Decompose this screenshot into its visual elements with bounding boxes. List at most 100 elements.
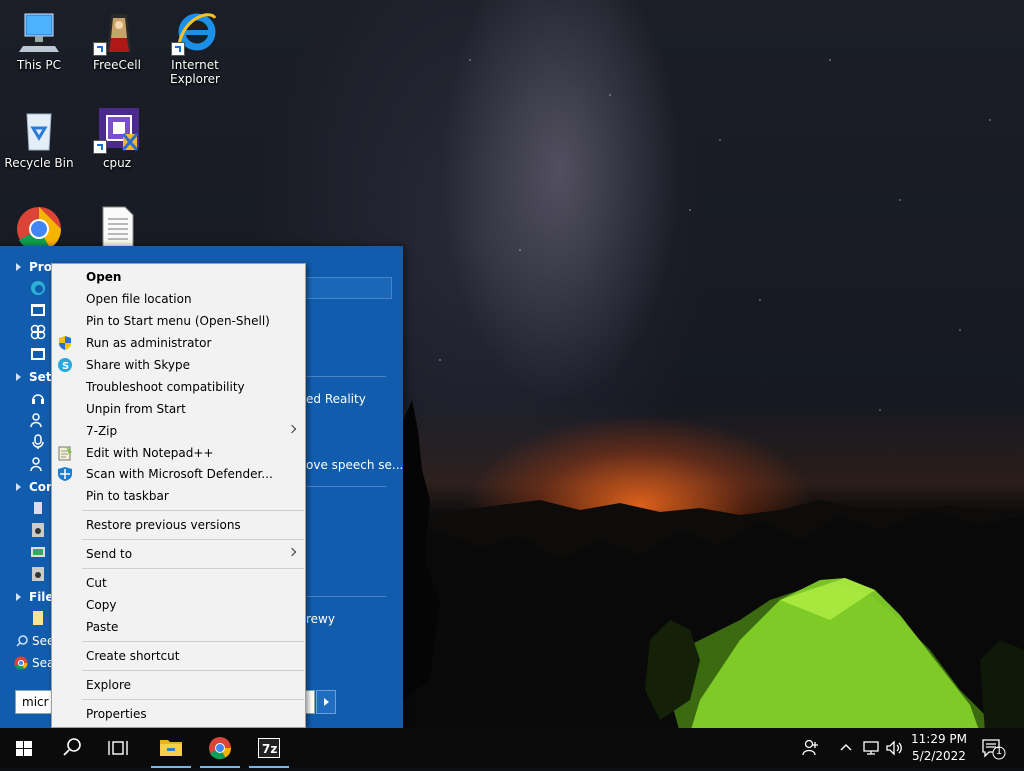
context-unpin-from-start[interactable]: Unpin from Start (52, 398, 305, 420)
taskbar-chrome[interactable] (196, 728, 244, 768)
submenu-arrow-icon (287, 547, 297, 557)
taskbar-7zip[interactable]: 7z (245, 728, 293, 768)
menu-item-label: Troubleshoot compatibility (86, 380, 245, 394)
desktop-icon-label: Explorer (170, 72, 220, 86)
context-edit-with-notepad-plus-plus[interactable]: Edit with Notepad++ (52, 442, 305, 464)
context-share-with-skype[interactable]: S Share with Skype (52, 354, 305, 376)
context-create-shortcut[interactable]: Create shortcut (52, 645, 305, 667)
speech-icon (34, 502, 42, 514)
context-pin-to-taskbar[interactable]: Pin to taskbar (52, 485, 305, 507)
internet-explorer-icon (171, 8, 219, 56)
start-group-label: Pro (29, 260, 52, 274)
skype-icon: S (58, 358, 72, 372)
app-window-icon (31, 348, 45, 360)
taskbar-file-explorer[interactable] (147, 728, 195, 768)
start-group-settings[interactable]: Set (16, 370, 52, 384)
menu-separator (82, 699, 304, 700)
context-copy[interactable]: Copy (52, 594, 305, 616)
desktop-icon-label: Recycle Bin (4, 156, 74, 170)
menu-item-label: Open file location (86, 292, 192, 306)
chrome-icon (209, 737, 231, 760)
menu-item-label: Properties (86, 707, 147, 721)
action-center-button[interactable]: 1 (980, 736, 1006, 760)
start-search-go-button[interactable] (316, 690, 336, 714)
7zip-label: 7z (262, 742, 277, 756)
menu-item-label: Share with Skype (86, 358, 190, 372)
desktop-icon-label: FreeCell (93, 58, 141, 72)
context-open-file-location[interactable]: Open file location (52, 288, 305, 310)
expand-triangle-icon (16, 373, 21, 381)
taskbar-search-button[interactable] (48, 728, 96, 768)
menu-item-label: Create shortcut (86, 649, 180, 663)
submenu-arrow-icon (287, 424, 297, 434)
uac-shield-icon (59, 336, 71, 350)
task-view-icon (108, 741, 128, 755)
shortcut-arrow-icon (93, 140, 107, 154)
network-icon[interactable] (862, 739, 880, 757)
notification-count-badge: 1 (995, 746, 1003, 757)
menu-item-label: Send to (86, 547, 133, 561)
defender-icon (58, 467, 72, 481)
menu-separator (82, 641, 304, 642)
desktop-icon-recycle-bin[interactable]: Recycle Bin (1, 106, 77, 170)
desktop-icon-internet-explorer[interactable]: Internet Explorer (157, 8, 233, 86)
menu-item-label: Pin to Start menu (Open-Shell) (86, 314, 270, 328)
start-button[interactable] (0, 728, 48, 768)
context-menu: Open Open file location Pin to Start men… (51, 263, 306, 728)
menu-item-label: Cut (86, 576, 107, 590)
mixed-reality-icon (30, 324, 46, 340)
context-explore[interactable]: Explore (52, 674, 305, 696)
context-run-as-administrator[interactable]: Run as administrator (52, 332, 305, 354)
app-window-icon (31, 304, 45, 316)
document-icon (33, 611, 43, 625)
cpuz-icon (93, 106, 141, 154)
desktop-icon-freecell[interactable]: FreeCell (79, 8, 155, 72)
start-group-programs[interactable]: Pro (16, 260, 52, 274)
desktop-icon-cpuz[interactable]: cpuz (79, 106, 155, 170)
context-paste[interactable]: Paste (52, 616, 305, 638)
context-scan-with-defender[interactable]: Scan with Microsoft Defender... (52, 463, 305, 485)
desktop-icon-label: Internet (171, 58, 219, 72)
desktop-icon-this-pc[interactable]: This PC (1, 8, 77, 72)
shortcut-arrow-icon (171, 42, 185, 56)
notepad-plus-plus-icon (58, 446, 72, 461)
desktop-icon-label: cpuz (102, 156, 132, 170)
menu-item-label: Edit with Notepad++ (86, 446, 214, 460)
menu-item-label: Unpin from Start (86, 402, 186, 416)
expand-triangle-icon (16, 263, 21, 271)
context-restore-previous-versions[interactable]: Restore previous versions (52, 514, 305, 536)
search-result-file[interactable]: rewy (306, 612, 335, 626)
context-open[interactable]: Open (52, 266, 305, 288)
clock-date[interactable]: 5/2/2022 (904, 749, 974, 763)
context-send-to-submenu[interactable]: Send to (52, 543, 305, 565)
context-pin-to-start[interactable]: Pin to Start menu (Open-Shell) (52, 310, 305, 332)
start-search-web[interactable]: Sea (14, 656, 54, 670)
start-separator (300, 376, 386, 377)
taskbar: 7z 11:29 PM 5/2/2022 1 (0, 728, 1024, 768)
context-properties[interactable]: Properties (52, 703, 305, 725)
selected-result-highlight (304, 277, 392, 299)
person-speech-icon (30, 413, 42, 428)
menu-item-label: 7-Zip (86, 424, 118, 438)
chevron-up-icon[interactable] (838, 740, 854, 756)
start-group-control-panel[interactable]: Con (16, 480, 55, 494)
context-troubleshoot-compatibility[interactable]: Troubleshoot compatibility (52, 376, 305, 398)
this-pc-icon (15, 8, 63, 56)
search-result-speech[interactable]: ove speech se... (306, 458, 403, 472)
desktop-icon-label: This PC (17, 58, 61, 72)
context-cut[interactable]: Cut (52, 572, 305, 594)
search-result-mixed-reality[interactable]: ed Reality (306, 392, 366, 406)
people-icon[interactable] (800, 738, 822, 758)
clock-time[interactable]: 11:29 PM (904, 732, 974, 746)
volume-icon[interactable] (884, 739, 904, 757)
expand-triangle-icon (16, 593, 21, 601)
svg-text:S: S (62, 361, 69, 372)
start-see-more-results[interactable]: See (16, 634, 54, 648)
speaker-icon (32, 567, 44, 581)
search-icon (63, 738, 81, 756)
menu-item-label: Open (86, 270, 122, 284)
context-7zip-submenu[interactable]: 7-Zip (52, 420, 305, 442)
speaker-icon (32, 523, 44, 537)
file-explorer-icon (160, 740, 182, 756)
task-view-button[interactable] (96, 728, 144, 768)
